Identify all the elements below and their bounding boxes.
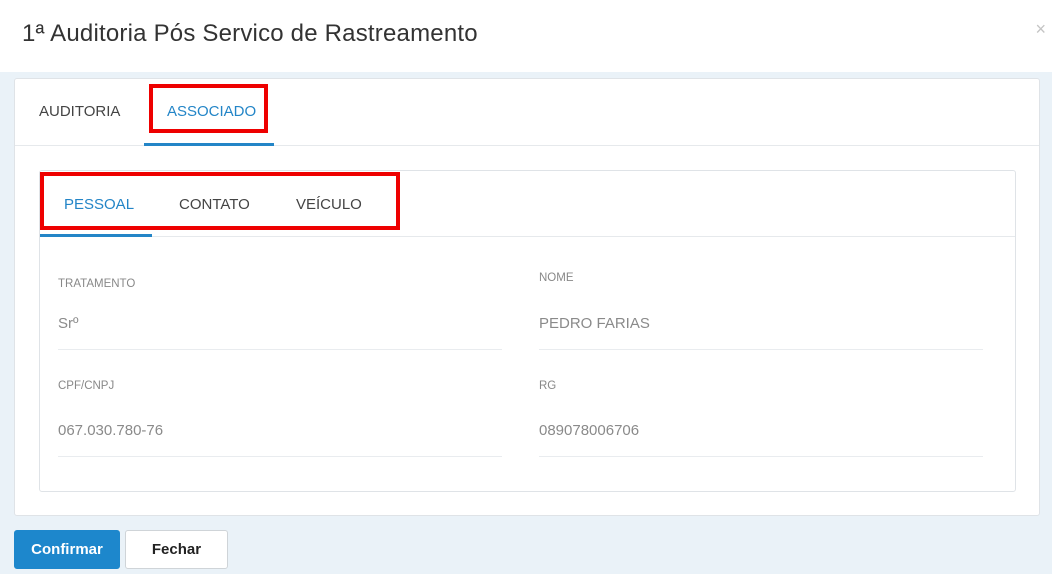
field-label-nome: NOME xyxy=(539,272,574,284)
field-value-cpf-cnpj: 067.030.780-76 xyxy=(58,422,164,439)
active-inner-tab-indicator xyxy=(40,234,152,237)
modal-title: 1ª Auditoria Pós Servico de Rastreamento xyxy=(22,20,478,47)
field-cpf-cnpj: CPF/CNPJ 067.030.780-76 xyxy=(58,377,502,457)
tab-auditoria[interactable]: AUDITORIA xyxy=(39,103,120,120)
close-icon[interactable]: × xyxy=(1035,20,1046,38)
inner-tab-bar: PESSOAL CONTATO VEÍCULO xyxy=(40,171,1015,237)
inner-panel: PESSOAL CONTATO VEÍCULO TRATAMENTO Srº N… xyxy=(39,170,1016,492)
field-tratamento: TRATAMENTO Srº xyxy=(58,270,502,350)
field-label-tratamento: TRATAMENTO xyxy=(58,278,136,290)
field-nome: NOME PEDRO FARIAS xyxy=(539,270,983,350)
field-value-nome: PEDRO FARIAS xyxy=(539,315,650,332)
field-label-rg: RG xyxy=(539,380,557,392)
tab-pessoal[interactable]: PESSOAL xyxy=(64,196,134,213)
modal-header: 1ª Auditoria Pós Servico de Rastreamento… xyxy=(0,0,1052,72)
confirm-button[interactable]: Confirmar xyxy=(14,530,120,569)
tab-veiculo[interactable]: VEÍCULO xyxy=(296,196,362,213)
field-value-rg: 089078006706 xyxy=(539,422,640,439)
active-tab-indicator xyxy=(144,143,274,146)
field-value-tratamento: Srº xyxy=(58,315,79,332)
tab-associado[interactable]: ASSOCIADO xyxy=(167,103,256,120)
field-rg: RG 089078006706 xyxy=(539,377,983,457)
outer-tab-bar: AUDITORIA ASSOCIADO xyxy=(15,79,1039,146)
close-button[interactable]: Fechar xyxy=(125,530,228,569)
outer-panel: AUDITORIA ASSOCIADO PESSOAL CONTATO VEÍC… xyxy=(14,78,1040,516)
field-label-cpf-cnpj: CPF/CNPJ xyxy=(58,380,115,392)
tab-contato[interactable]: CONTATO xyxy=(179,196,250,213)
